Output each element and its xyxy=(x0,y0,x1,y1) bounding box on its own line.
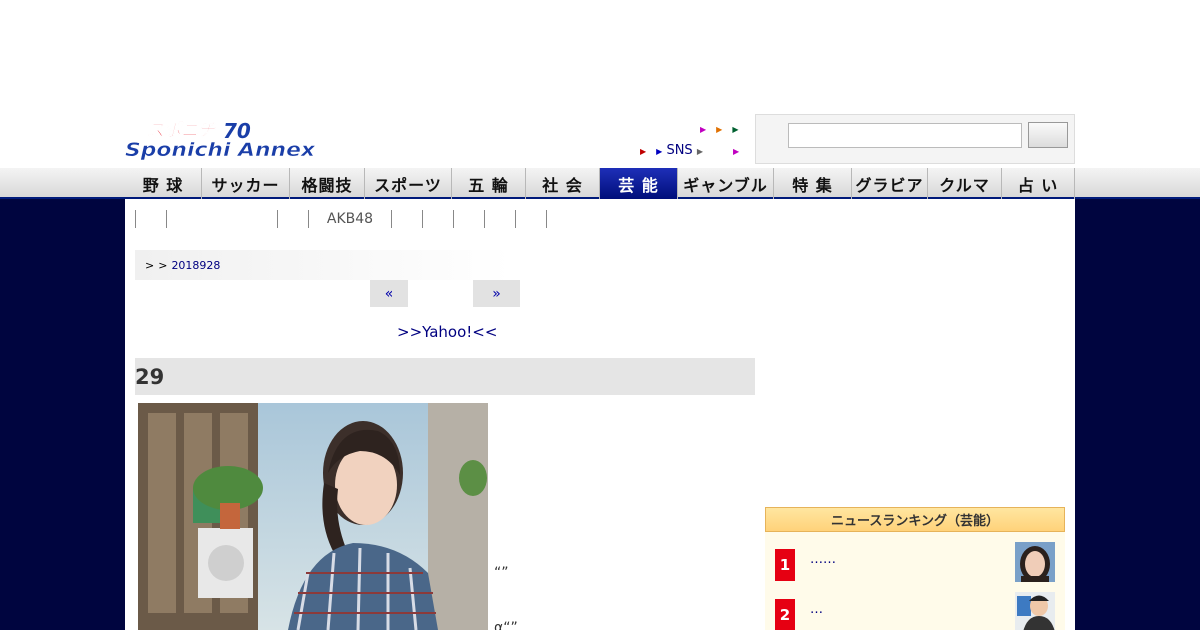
nav-society[interactable]: 社 会 xyxy=(526,168,600,199)
prev-article-button[interactable]: « xyxy=(370,280,408,307)
nav-features[interactable]: 特 集 xyxy=(774,168,852,199)
nav-sports[interactable]: スポーツ xyxy=(365,168,452,199)
nav-fortune[interactable]: 占 い xyxy=(1002,168,1075,199)
triangle-right-icon: ▶ xyxy=(732,125,739,134)
yahoo-link[interactable]: >>Yahoo!<< xyxy=(397,323,497,341)
util-link[interactable]: ▶ xyxy=(716,121,722,137)
page-container: スポニチ 70 Sponichi Annex ▶ ▶ ▶ ▶ ▶ SNS ▶ ▶… xyxy=(125,0,1075,630)
triangle-right-icon: ▶ xyxy=(700,125,707,134)
subnav-divider xyxy=(166,210,167,228)
content-area: AKB48 > > 2018928 « » >>Yahoo!<< 29 “” α… xyxy=(125,199,1075,630)
search-area xyxy=(755,114,1075,164)
search-button[interactable] xyxy=(1028,122,1068,148)
ranking-title: ニュースランキング（芸能） xyxy=(765,507,1065,532)
subnav-divider xyxy=(422,210,423,228)
nav-olympics[interactable]: 五 輪 xyxy=(452,168,526,199)
breadcrumb: > > 2018928 xyxy=(135,250,511,280)
sns-link[interactable]: ▶ SNS ▶ xyxy=(656,143,703,159)
subnav-divider xyxy=(391,210,392,228)
triangle-right-icon: ▶ xyxy=(656,147,663,156)
rank-thumbnail[interactable] xyxy=(1015,592,1055,630)
next-article-button[interactable]: » xyxy=(473,280,520,307)
search-input[interactable] xyxy=(788,123,1022,148)
ranking-item[interactable]: 1 …… xyxy=(775,542,1055,582)
subnav-divider xyxy=(135,210,136,228)
sub-nav: AKB48 xyxy=(135,209,547,229)
rank-headline[interactable]: … xyxy=(810,602,823,617)
nav-entertainment[interactable]: 芸 能 xyxy=(600,168,678,199)
subnav-divider xyxy=(515,210,516,228)
utility-links-top: ▶ ▶ ▶ xyxy=(700,121,738,137)
breadcrumb-date-link[interactable]: 2018928 xyxy=(171,259,220,272)
triangle-right-icon: ▶ xyxy=(696,147,703,156)
nav-martial-arts[interactable]: 格闘技 xyxy=(290,168,365,199)
main-nav: 野 球 サッカー 格闘技 スポーツ 五 輪 社 会 芸 能 ギャンブル 特 集 … xyxy=(125,168,1075,199)
logo-line1: スポニチ xyxy=(147,121,216,141)
nav-gravure[interactable]: グラビア xyxy=(852,168,928,199)
util-link[interactable]: ▶ xyxy=(732,121,738,137)
util-link[interactable]: ▶ xyxy=(700,121,706,137)
article-photo[interactable] xyxy=(138,403,488,630)
logo-line2: Sponichi Annex xyxy=(125,139,316,161)
nav-soccer[interactable]: サッカー xyxy=(202,168,290,199)
triangle-right-icon: ▶ xyxy=(716,125,723,134)
article-quote: “” xyxy=(494,565,509,581)
subnav-item-akb48[interactable]: AKB48 xyxy=(309,211,391,227)
util-link[interactable]: ▶ xyxy=(733,143,739,159)
news-ranking: ニュースランキング（芸能） 1 …… 2 … xyxy=(765,507,1065,630)
article-quote: α“” xyxy=(494,620,518,630)
nav-baseball[interactable]: 野 球 xyxy=(125,168,202,199)
nav-cars[interactable]: クルマ xyxy=(928,168,1002,199)
article-headline: 29 xyxy=(135,358,755,395)
subnav-divider xyxy=(484,210,485,228)
ranking-item[interactable]: 2 … xyxy=(775,592,1055,630)
subnav-divider xyxy=(453,210,454,228)
breadcrumb-sep: > xyxy=(158,258,168,272)
nav-gamble[interactable]: ギャンブル xyxy=(678,168,774,199)
rank-number: 1 xyxy=(775,549,795,581)
rank-thumbnail[interactable] xyxy=(1015,542,1055,582)
site-logo[interactable]: スポニチ 70 Sponichi Annex xyxy=(125,114,317,164)
subnav-divider xyxy=(546,210,547,228)
rank-number: 2 xyxy=(775,599,795,630)
breadcrumb-sep: > xyxy=(145,258,155,272)
util-link[interactable]: ▶ xyxy=(640,143,646,159)
triangle-right-icon: ▶ xyxy=(732,147,740,156)
rank-headline[interactable]: …… xyxy=(810,552,836,567)
subnav-divider xyxy=(277,210,278,228)
triangle-right-icon: ▶ xyxy=(640,147,647,156)
utility-links-bottom: ▶ ▶ SNS ▶ ▶ xyxy=(640,143,739,159)
